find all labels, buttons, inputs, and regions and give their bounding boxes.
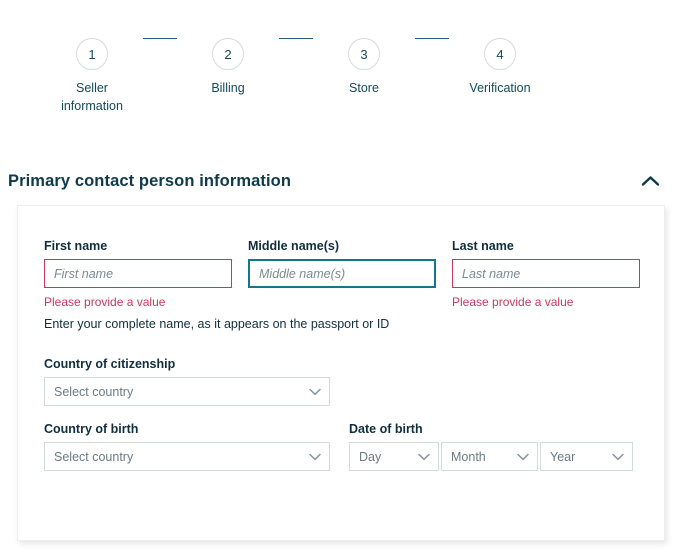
country-of-birth-group: Country of birth Select country <box>44 422 330 471</box>
step-label: Seller information <box>61 81 123 114</box>
date-of-birth-label: Date of birth <box>349 422 423 436</box>
country-of-citizenship-select-wrap: Select country <box>44 377 330 406</box>
step-billing[interactable]: 2 Billing <box>194 38 262 97</box>
date-of-birth-group: Date of birth Day Month Year <box>349 422 633 471</box>
step-number-circle: 3 <box>348 38 380 70</box>
step-number-circle: 1 <box>76 38 108 70</box>
step-number: 4 <box>496 46 504 62</box>
step-verification[interactable]: 4 Verification <box>466 38 534 97</box>
step-number: 3 <box>360 46 368 62</box>
step-number: 1 <box>88 46 96 62</box>
dob-day-select-wrap: Day <box>349 442 439 471</box>
step-number-circle: 4 <box>484 38 516 70</box>
name-helper-text: Enter your complete name, as it appears … <box>44 317 390 331</box>
country-of-citizenship-select[interactable]: Select country <box>44 377 330 406</box>
last-name-input[interactable] <box>452 259 640 288</box>
last-name-error: Please provide a value <box>452 295 574 309</box>
dob-month-select-wrap: Month <box>441 442 538 471</box>
step-store[interactable]: 3 Store <box>330 38 398 97</box>
dob-year-select[interactable]: Year <box>540 442 633 471</box>
first-name-field-group: First name Please provide a value <box>44 239 232 309</box>
last-name-label: Last name <box>452 239 514 253</box>
step-label: Billing <box>211 81 245 95</box>
step-connector-3 <box>415 38 449 39</box>
section-header: Primary contact person information <box>8 168 663 194</box>
contact-information-card: First name Please provide a value Middle… <box>17 205 665 541</box>
middle-name-field-group: Middle name(s) <box>248 239 436 309</box>
last-name-field-group: Last name Please provide a value <box>452 239 640 309</box>
dob-year-select-wrap: Year <box>540 442 633 471</box>
chevron-up-icon[interactable] <box>637 168 663 194</box>
step-connector-2 <box>279 38 313 39</box>
name-fields-row: First name Please provide a value Middle… <box>44 239 640 309</box>
country-of-citizenship-label: Country of citizenship <box>44 357 176 371</box>
step-seller-information[interactable]: 1 Seller information <box>58 38 126 115</box>
country-of-birth-label: Country of birth <box>44 422 139 436</box>
first-name-label: First name <box>44 239 108 253</box>
first-name-input[interactable] <box>44 259 232 288</box>
step-number: 2 <box>224 46 232 62</box>
country-of-citizenship-group: Country of citizenship Select country <box>44 357 330 406</box>
middle-name-label: Middle name(s) <box>248 239 339 253</box>
page-title: Primary contact person information <box>8 171 292 190</box>
step-number-circle: 2 <box>212 38 244 70</box>
step-label: Store <box>349 81 379 95</box>
country-of-birth-select[interactable]: Select country <box>44 442 330 471</box>
step-connector-1 <box>143 38 177 39</box>
country-of-birth-select-wrap: Select country <box>44 442 330 471</box>
step-label: Verification <box>469 81 531 95</box>
first-name-error: Please provide a value <box>44 295 166 309</box>
dob-month-select[interactable]: Month <box>441 442 538 471</box>
dob-day-select[interactable]: Day <box>349 442 439 471</box>
registration-page: 1 Seller information 2 Billing 3 Store 4… <box>0 0 675 549</box>
progress-stepper: 1 Seller information 2 Billing 3 Store 4… <box>58 38 534 115</box>
middle-name-input[interactable] <box>248 259 436 288</box>
date-of-birth-row: Day Month Year <box>349 442 633 471</box>
